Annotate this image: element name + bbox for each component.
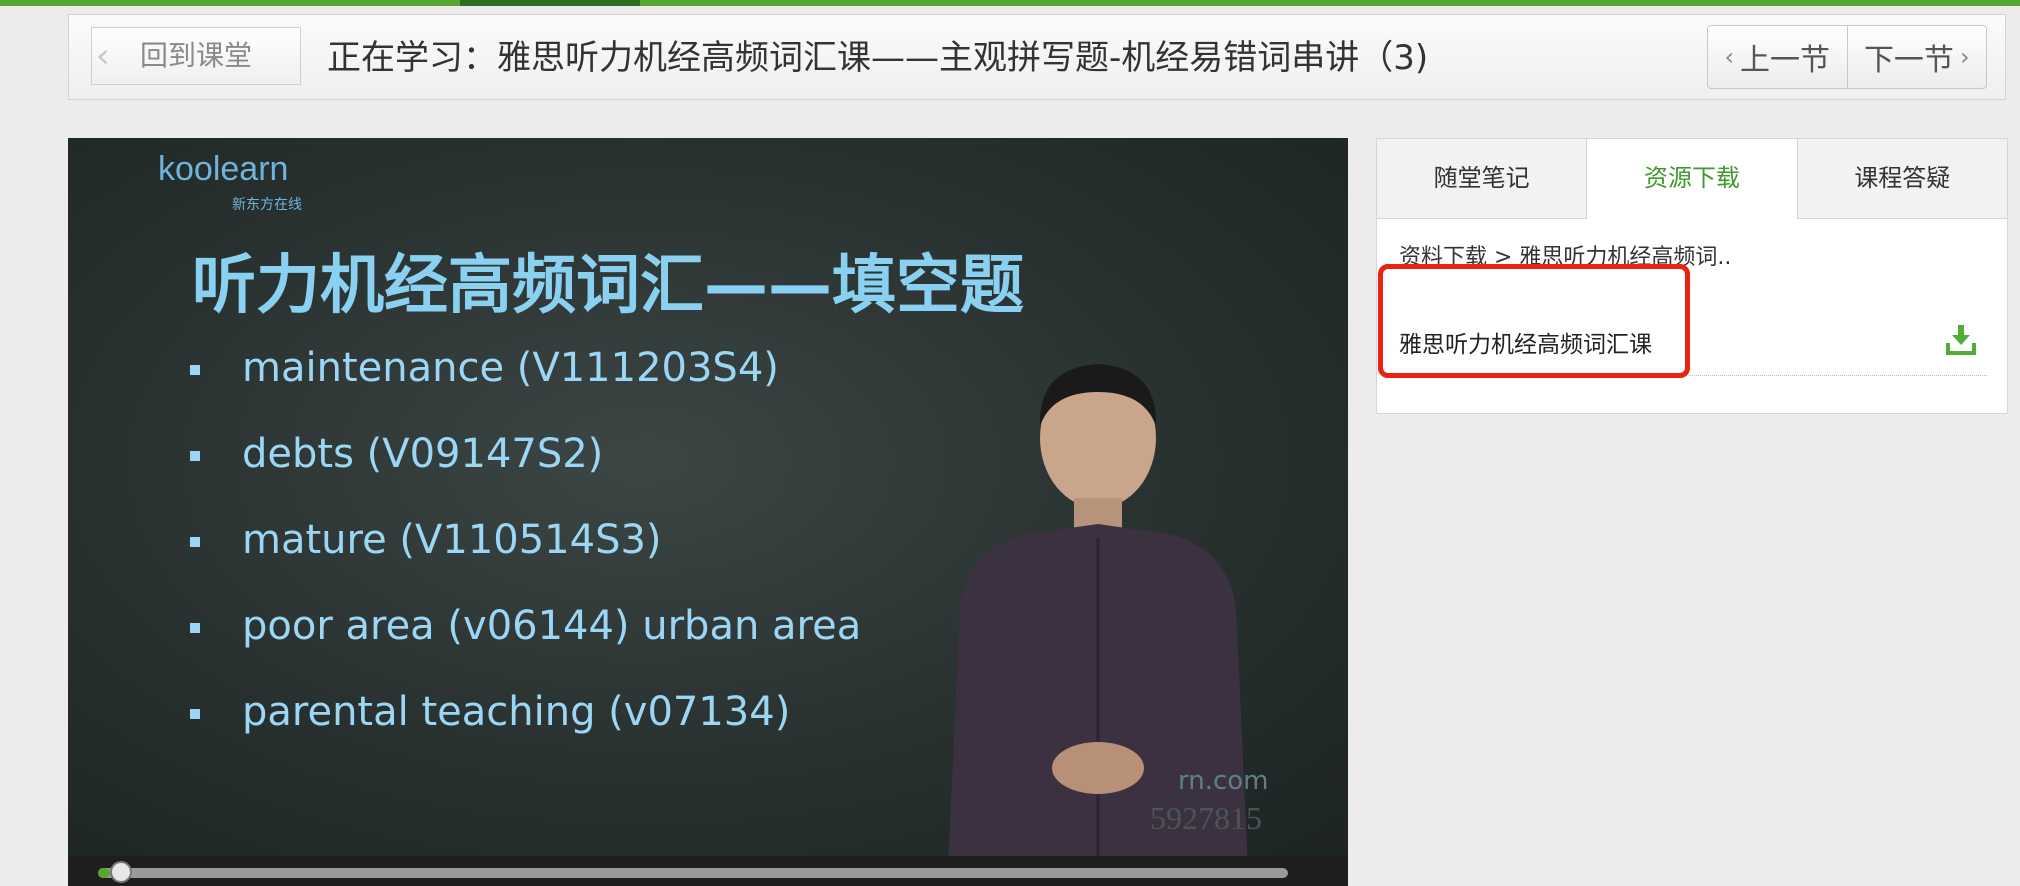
bullet-square-icon [190,537,200,547]
watermark-url: rn.com [1178,766,1269,796]
slide-bullet-text: poor area (v06144) urban area [242,603,862,649]
next-lesson-button[interactable]: 下一节 › [1846,26,1987,88]
koolearn-logo: koolearn [158,150,289,188]
side-panel-tabs: 随堂笔记 资源下载 课程答疑 [1377,139,2007,219]
koolearn-logo-subtitle: 新东方在线 [232,197,302,213]
bullet-square-icon [190,623,200,633]
slide-bullet: mature (V110514S3) [190,510,861,596]
slide-bullet-text: parental teaching (v07134) [242,689,791,735]
watermark-id: 5927815 [1150,800,1262,836]
annotation-highlight-box [1378,264,1690,378]
chevron-left-icon: ‹ [1724,43,1735,71]
previous-lesson-button[interactable]: ‹ 上一节 [1708,26,1847,88]
progress-track[interactable] [98,868,1288,878]
slide-bullet-text: debts (V09147S2) [242,431,604,477]
slide-bullet: parental teaching (v07134) [190,682,861,768]
tab-notes[interactable]: 随堂笔记 [1377,139,1586,218]
video-progress-bar[interactable] [68,856,1348,886]
slide-title: 听力机经高频词汇——填空题 [192,249,1024,323]
progress-scrubber-handle[interactable] [110,861,132,883]
bullet-square-icon [190,709,200,719]
back-to-classroom-button[interactable]: ‹ 回到课堂 [91,27,301,85]
slide-bullet: maintenance (V111203S4) [190,338,861,424]
slide-bullet-list: maintenance (V111203S4) debts (V09147S2)… [190,338,861,768]
back-to-classroom-label: 回到课堂 [139,39,252,72]
lesson-title: 正在学习：雅思听力机经高频词汇课——主观拼写题-机经易错词串讲（3) [327,38,1429,78]
slide-bullet: debts (V09147S2) [190,424,861,510]
progress-fill [98,868,110,878]
slide-bullet-text: mature (V110514S3) [242,517,662,563]
tab-resource-download[interactable]: 资源下载 [1586,139,1797,219]
chevron-right-icon: › [1959,43,1970,71]
tab-course-qa[interactable]: 课程答疑 [1796,139,2007,218]
top-accent-bar [0,0,2020,6]
top-accent-segment [460,0,640,6]
previous-lesson-label: 上一节 [1740,43,1831,78]
download-icon[interactable] [1945,321,1977,357]
bullet-square-icon [190,365,200,375]
bullet-square-icon [190,451,200,461]
lesson-nav: ‹ 上一节 下一节 › [1707,25,1987,89]
next-lesson-label: 下一节 [1863,43,1954,78]
lesson-header: ‹ 回到课堂 正在学习：雅思听力机经高频词汇课——主观拼写题-机经易错词串讲（3… [68,14,2006,100]
video-player[interactable]: koolearn 新东方在线 听力机经高频词汇——填空题 maintenance… [68,138,1348,856]
slide-bullet: poor area (v06144) urban area [190,596,861,682]
chevron-left-icon: ‹ [96,36,110,76]
slide-bullet-text: maintenance (V111203S4) [242,345,779,391]
